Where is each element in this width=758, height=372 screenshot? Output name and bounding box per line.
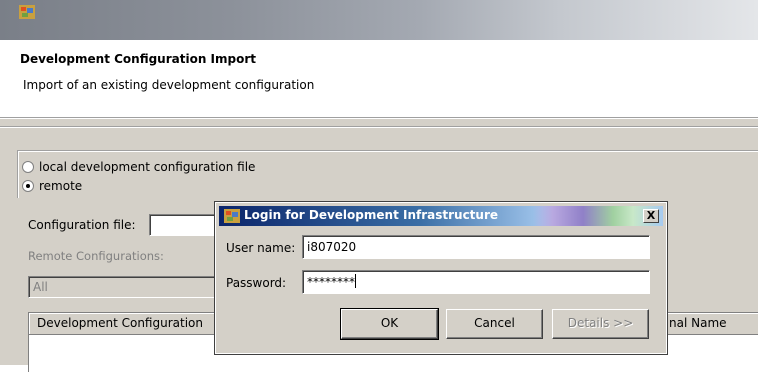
window-title-bar <box>0 0 758 40</box>
config-file-label: Configuration file: <box>28 218 136 232</box>
dialog-title-bar: Login for Development Infrastructure X <box>219 206 663 226</box>
login-dialog: Login for Development Infrastructure X U… <box>214 201 668 355</box>
remote-configs-filter[interactable]: All <box>28 276 228 298</box>
details-button[interactable]: Details >> <box>552 309 649 339</box>
page-description: Import of an existing development config… <box>23 78 315 92</box>
password-input[interactable]: ******** <box>302 270 650 294</box>
remote-configs-label: Remote Configurations: <box>28 249 164 263</box>
radio-remote[interactable]: remote <box>22 179 82 193</box>
separator <box>0 126 758 128</box>
radio-local-file[interactable]: local development configuration file <box>22 160 255 174</box>
radio-button[interactable] <box>22 180 34 192</box>
column-header-name[interactable]: nal Name <box>659 313 758 335</box>
password-value: ******** <box>307 275 355 289</box>
username-input[interactable]: i807020 <box>302 235 650 259</box>
cancel-button[interactable]: Cancel <box>446 309 543 339</box>
radio-label: remote <box>39 179 83 193</box>
username-value: i807020 <box>307 240 357 254</box>
app-icon <box>19 5 35 19</box>
source-group <box>17 150 758 198</box>
ok-button[interactable]: OK <box>340 308 439 340</box>
wizard-header: Development Configuration Import Import … <box>0 40 758 118</box>
radio-button[interactable] <box>22 161 34 173</box>
dialog-title: Login for Development Infrastructure <box>244 208 499 222</box>
close-button[interactable]: X <box>643 209 659 223</box>
password-label: Password: <box>226 276 287 290</box>
username-label: User name: <box>226 241 296 255</box>
page-title: Development Configuration Import <box>20 52 257 66</box>
close-icon: X <box>646 209 656 222</box>
app-icon <box>224 209 240 223</box>
radio-label: local development configuration file <box>39 160 256 174</box>
text-caret <box>355 274 356 288</box>
